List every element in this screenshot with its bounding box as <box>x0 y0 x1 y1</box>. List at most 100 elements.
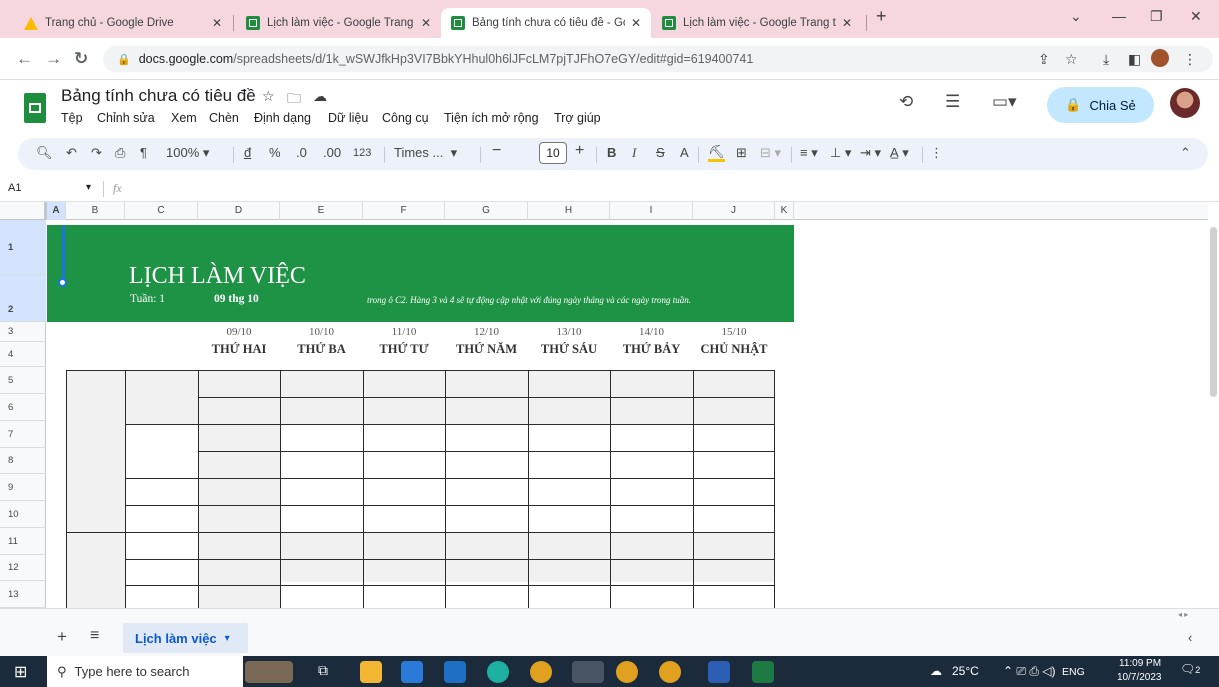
close-tab-icon[interactable]: ✕ <box>421 16 431 30</box>
task-view-icon[interactable]: ⧉ <box>318 662 328 679</box>
all-sheets-icon[interactable]: ≡ <box>90 627 99 645</box>
font-select[interactable]: Times ... ▾ <box>394 145 457 161</box>
chrome-menu-icon[interactable]: ⋮ <box>1183 51 1197 68</box>
profile-avatar[interactable] <box>1151 49 1169 67</box>
text-rotation-icon[interactable]: A̲ ▾ <box>890 145 909 161</box>
sheet-tab-menu-icon[interactable]: ▾ <box>225 633 230 644</box>
sheet-tab-active[interactable]: Lịch làm việc ▾ <box>123 623 248 653</box>
row-header-13[interactable]: 13 <box>0 581 46 608</box>
windows-start-icon[interactable]: ⊞ <box>14 662 27 682</box>
column-header-a[interactable]: A <box>47 202 66 220</box>
row-header-8[interactable]: 8 <box>0 448 46 474</box>
column-header-h[interactable]: H <box>528 202 610 220</box>
selection-handle[interactable] <box>58 278 67 287</box>
chrome-profile-icon[interactable] <box>616 661 638 683</box>
column-header-b[interactable]: B <box>66 202 125 220</box>
edge-icon[interactable] <box>487 661 509 683</box>
font-size-input[interactable]: 10 <box>539 142 567 164</box>
more-options-icon[interactable]: ⋮ <box>930 145 943 161</box>
column-header-g[interactable]: G <box>445 202 528 220</box>
collapse-sidepanel-icon[interactable]: ‹ <box>1188 630 1192 645</box>
url-field[interactable]: 🔒 docs.google.com/spreadsheets/d/1k_wSWJ… <box>103 46 1213 72</box>
clock-date[interactable]: 10/7/2023 <box>1117 672 1162 683</box>
document-title[interactable]: Bảng tính chưa có tiêu đề <box>61 86 256 106</box>
vertical-scrollbar[interactable] <box>1208 202 1219 622</box>
share-button[interactable]: 🔒 Chia Sẻ <box>1047 87 1154 123</box>
chrome-icon[interactable] <box>530 661 552 683</box>
notification-icon[interactable]: 🗨2 <box>1180 662 1200 676</box>
menu-help[interactable]: Trợ giúp <box>554 111 601 125</box>
taskbar-search[interactable]: ⚲ Type here to search <box>47 656 243 687</box>
bookmark-star-icon[interactable]: ☆ <box>1065 51 1078 68</box>
row-header-12[interactable]: 12 <box>0 555 46 581</box>
reload-icon[interactable]: ↻ <box>74 49 88 69</box>
text-color-button[interactable]: A <box>680 145 689 160</box>
horizontal-scrollbar[interactable]: ◂ ▸ <box>0 608 1219 622</box>
minimize-icon[interactable]: — <box>1112 8 1126 24</box>
meet-icon[interactable]: ▭▾ <box>992 92 1017 112</box>
search-menus-icon[interactable]: 🔍︎ <box>36 145 53 161</box>
decrease-font-size-button[interactable]: − <box>492 142 501 160</box>
weather-temp[interactable]: 25°C <box>952 664 979 678</box>
cell-grid[interactable]: LỊCH LÀM VIỆC Tuần: 1 09 thg 10 trong ô … <box>47 220 1207 608</box>
horizontal-align-icon[interactable]: ≡ ▾ <box>800 145 818 161</box>
back-arrow-icon[interactable]: ← <box>16 49 33 69</box>
zoom-select[interactable]: 100% ▾ <box>166 145 209 161</box>
menu-file[interactable]: Tệp <box>61 111 83 125</box>
file-explorer-icon[interactable] <box>360 661 382 683</box>
column-header-c[interactable]: C <box>125 202 198 220</box>
merge-cells-icon[interactable]: ⊟ ▾ <box>760 145 781 161</box>
currency-format-button[interactable]: đ <box>244 145 251 160</box>
row-header-1[interactable]: 1 <box>0 220 46 275</box>
undo-icon[interactable]: ↶ <box>66 145 77 161</box>
row-header-11[interactable]: 11 <box>0 528 46 555</box>
language-indicator[interactable]: ENG <box>1062 666 1085 678</box>
menu-tools[interactable]: Công cụ <box>382 111 429 125</box>
close-tab-icon[interactable]: ✕ <box>842 16 852 30</box>
close-tab-icon[interactable]: ✕ <box>212 16 222 30</box>
column-header-j[interactable]: J <box>693 202 775 220</box>
strikethrough-button[interactable]: S <box>656 145 665 160</box>
italic-button[interactable]: I <box>632 145 636 161</box>
menu-data[interactable]: Dữ liệu <box>328 111 368 125</box>
formula-input[interactable] <box>135 178 1195 202</box>
version-history-icon[interactable]: ⟲ <box>899 92 913 112</box>
bold-button[interactable]: B <box>607 145 616 160</box>
browser-tab-active-sheet[interactable]: Bảng tính chưa có tiêu đề - Goo ✕ <box>441 8 651 38</box>
name-box[interactable]: A1 <box>8 182 21 194</box>
word-icon[interactable] <box>708 661 730 683</box>
share-page-icon[interactable]: ⇪ <box>1038 51 1050 68</box>
text-wrap-icon[interactable]: ⇥ ▾ <box>860 145 881 161</box>
account-avatar[interactable] <box>1170 88 1200 118</box>
row-header-2[interactable]: 2 <box>0 275 46 322</box>
browser-tab-lich-lam-viec[interactable]: Lịch làm việc - Google Trang tính ✕ <box>236 8 441 38</box>
mail-icon[interactable] <box>444 661 466 683</box>
add-sheet-icon[interactable]: + <box>57 627 67 647</box>
row-header-7[interactable]: 7 <box>0 421 46 448</box>
column-header-e[interactable]: E <box>280 202 363 220</box>
percent-format-button[interactable]: % <box>269 145 281 160</box>
chrome-active-icon[interactable] <box>572 661 604 683</box>
new-tab-plus-icon[interactable]: + <box>876 6 887 27</box>
vertical-scroll-thumb[interactable] <box>1210 227 1217 397</box>
star-icon[interactable]: ☆ <box>262 88 275 105</box>
close-tab-icon[interactable]: ✕ <box>631 16 641 30</box>
weather-icon[interactable]: ☁ <box>930 664 942 678</box>
decrease-decimal-button[interactable]: .0 <box>296 145 307 160</box>
browser-tab-lich-lam-viec-2[interactable]: Lịch làm việc - Google Trang tính ✕ <box>652 8 862 38</box>
row-header-4[interactable]: 4 <box>0 342 46 367</box>
menu-view[interactable]: Xem <box>171 111 197 125</box>
row-header-5[interactable]: 5 <box>0 367 46 394</box>
redo-icon[interactable]: ↷ <box>91 145 102 161</box>
select-all-corner[interactable] <box>0 202 47 220</box>
menu-format[interactable]: Định dạng <box>254 111 311 125</box>
store-icon[interactable] <box>401 661 423 683</box>
menu-insert[interactable]: Chèn <box>209 111 239 125</box>
search-highlight-image[interactable] <box>245 661 293 683</box>
chrome-profile-2-icon[interactable] <box>659 661 681 683</box>
scroll-arrows-icon[interactable]: ◂ ▸ <box>1178 610 1188 619</box>
increase-font-size-button[interactable]: + <box>575 142 584 160</box>
browser-tab-drive[interactable]: Trang chủ - Google Drive ✕ <box>14 8 232 38</box>
column-header-k[interactable]: K <box>775 202 794 220</box>
tray-icons[interactable]: ⌃ ⎚ ⎙ ◁) <box>1003 664 1055 679</box>
